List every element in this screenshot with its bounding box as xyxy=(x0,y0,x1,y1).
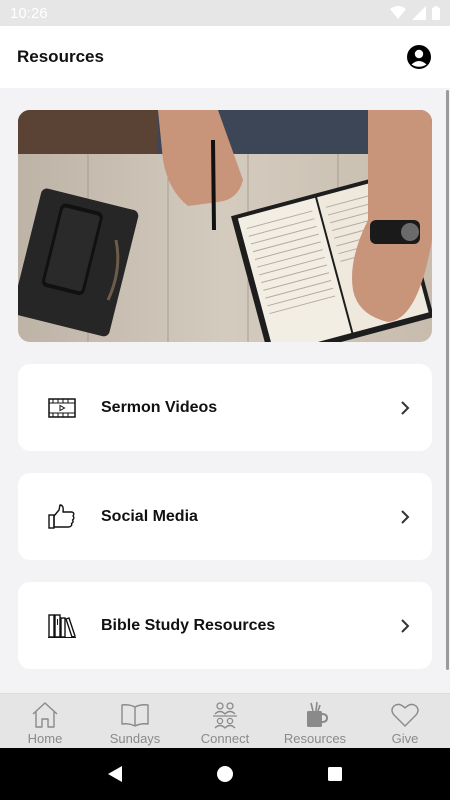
chevron-right-icon xyxy=(398,399,412,417)
tab-home[interactable]: Home xyxy=(0,694,90,748)
status-time: 10:26 xyxy=(10,4,48,22)
cellular-icon xyxy=(412,6,426,20)
tab-label: Home xyxy=(27,731,63,746)
hero-image xyxy=(18,110,432,342)
tab-label: Sundays xyxy=(109,731,161,746)
recents-button[interactable] xyxy=(315,754,355,794)
page-title: Resources xyxy=(17,47,104,66)
card-sermon-videos[interactable]: Sermon Videos xyxy=(18,364,432,451)
tab-give[interactable]: Give xyxy=(360,694,450,748)
profile-button[interactable] xyxy=(405,43,433,71)
tab-sundays[interactable]: Sundays xyxy=(90,694,180,748)
bible-study-photo xyxy=(18,110,432,342)
books-icon xyxy=(46,610,78,642)
home-circle-icon xyxy=(217,766,233,782)
status-bar: 10:26 xyxy=(0,0,450,26)
back-triangle-icon xyxy=(108,766,122,782)
chevron-right-icon xyxy=(398,617,412,635)
recents-square-icon xyxy=(328,767,342,781)
cup-icon xyxy=(300,700,330,730)
card-social-media[interactable]: Social Media xyxy=(18,473,432,560)
tab-label: Give xyxy=(391,731,419,746)
bottom-tab-bar: Home Sundays Connect Resources Give xyxy=(0,693,450,748)
home-icon xyxy=(30,700,60,730)
tab-resources[interactable]: Resources xyxy=(270,694,360,748)
card-label: Sermon Videos xyxy=(101,398,218,416)
back-button[interactable] xyxy=(95,754,135,794)
content-area[interactable]: Sermon Videos Social Media Bible Study R… xyxy=(0,88,450,693)
card-label: Social Media xyxy=(101,507,198,525)
account-circle-icon xyxy=(407,45,431,69)
home-nav-button[interactable] xyxy=(205,754,245,794)
scrollbar[interactable] xyxy=(446,90,449,670)
system-navigation-bar xyxy=(0,748,450,800)
card-label: Bible Study Resources xyxy=(101,616,276,634)
tab-connect[interactable]: Connect xyxy=(180,694,270,748)
chevron-right-icon xyxy=(398,508,412,526)
app-bar: Resources xyxy=(0,26,450,88)
film-strip-icon xyxy=(46,392,78,424)
heart-icon xyxy=(390,700,420,730)
tab-label: Resources xyxy=(283,731,347,746)
tab-label: Connect xyxy=(200,731,250,746)
status-icons xyxy=(390,6,440,20)
battery-icon xyxy=(432,6,440,20)
open-book-icon xyxy=(120,700,150,730)
card-bible-study-resources[interactable]: Bible Study Resources xyxy=(18,582,432,669)
people-icon xyxy=(210,700,240,730)
wifi-icon xyxy=(390,6,406,19)
thumbs-up-icon xyxy=(46,501,78,533)
